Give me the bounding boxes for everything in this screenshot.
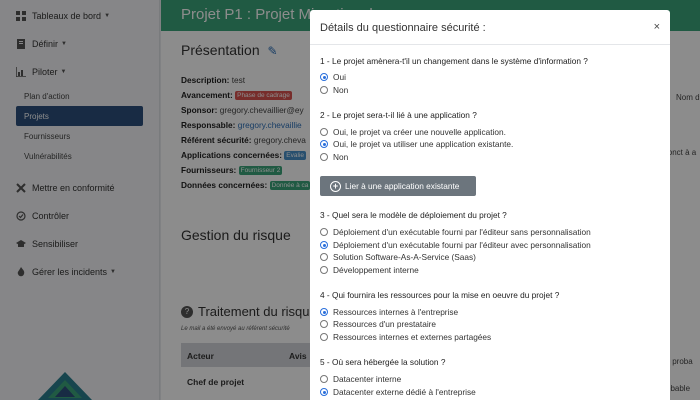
option-label: Datacenter externe dédié à l'entreprise	[333, 387, 476, 397]
radio-option[interactable]: Datacenter externe dédié à l'entreprise	[320, 387, 476, 397]
option-label: Oui, le projet va utiliser une applicati…	[333, 139, 514, 149]
radio-button[interactable]	[320, 375, 328, 383]
option-label: Déploiement d'un exécutable fourni par l…	[333, 240, 591, 250]
radio-button[interactable]	[320, 241, 328, 249]
option-label: Développement interne	[333, 265, 419, 275]
radio-button[interactable]	[320, 153, 328, 161]
close-button[interactable]: ×	[654, 21, 660, 33]
radio-option[interactable]: Ressources d'un prestataire	[320, 319, 436, 329]
radio-option[interactable]: Déploiement d'un exécutable fourni par l…	[320, 227, 591, 237]
radio-option[interactable]: Datacenter interne	[320, 374, 401, 384]
option-label: Ressources internes à l'entreprise	[333, 307, 459, 317]
option-label: Déploiement d'un exécutable fourni par l…	[333, 227, 591, 237]
radio-option[interactable]: Non	[320, 152, 348, 162]
radio-button[interactable]	[320, 73, 328, 81]
option-label: Oui	[333, 72, 346, 82]
option-label: Ressources d'un prestataire	[333, 319, 437, 329]
radio-option[interactable]: Oui, le projet va utiliser une applicati…	[320, 139, 513, 149]
question-3: 3 - Quel sera le modèle de déploiement d…	[320, 210, 507, 220]
radio-button[interactable]	[320, 388, 328, 396]
modal-title: Détails du questionnaire sécurité :	[320, 22, 486, 34]
radio-option[interactable]: Solution Software-As-A-Service (Saas)	[320, 252, 476, 262]
radio-option[interactable]: Ressources internes et externes partagée…	[320, 332, 491, 342]
option-label: Ressources internes et externes partagée…	[333, 332, 492, 342]
radio-button[interactable]	[320, 253, 328, 261]
radio-option[interactable]: Ressources internes à l'entreprise	[320, 307, 458, 317]
radio-button[interactable]	[320, 228, 328, 236]
link-application-button[interactable]: + Lier à une application existante	[320, 176, 476, 196]
option-label: Solution Software-As-A-Service (Saas)	[333, 252, 476, 262]
radio-button[interactable]	[320, 308, 328, 316]
radio-button[interactable]	[320, 266, 328, 274]
radio-button[interactable]	[320, 140, 328, 148]
radio-button[interactable]	[320, 333, 328, 341]
question-1: 1 - Le projet amènera-t'il un changement…	[320, 56, 588, 66]
modal-header: Détails du questionnaire sécurité : ×	[310, 10, 670, 45]
radio-option[interactable]: Déploiement d'un exécutable fourni par l…	[320, 240, 591, 250]
radio-option[interactable]: Non	[320, 85, 348, 95]
option-label: Non	[333, 85, 349, 95]
option-label: Oui, le projet va créer une nouvelle app…	[333, 127, 506, 137]
option-label: Datacenter interne	[333, 374, 402, 384]
question-4: 4 - Qui fournira les ressources pour la …	[320, 290, 560, 300]
question-5: 5 - Où sera hébergée la solution ?	[320, 357, 446, 367]
radio-option[interactable]: Oui, le projet va créer une nouvelle app…	[320, 127, 506, 137]
radio-option[interactable]: Développement interne	[320, 265, 419, 275]
radio-button[interactable]	[320, 320, 328, 328]
option-label: Non	[333, 152, 349, 162]
button-label: Lier à une application existante	[345, 181, 460, 191]
plus-circle-icon: +	[330, 180, 341, 192]
security-questionnaire-modal: Détails du questionnaire sécurité : × 1 …	[310, 10, 670, 400]
radio-button[interactable]	[320, 86, 328, 94]
radio-option[interactable]: Oui	[320, 72, 346, 82]
radio-button[interactable]	[320, 128, 328, 136]
question-2: 2 - Le projet sera-t-il lié à une applic…	[320, 110, 477, 120]
